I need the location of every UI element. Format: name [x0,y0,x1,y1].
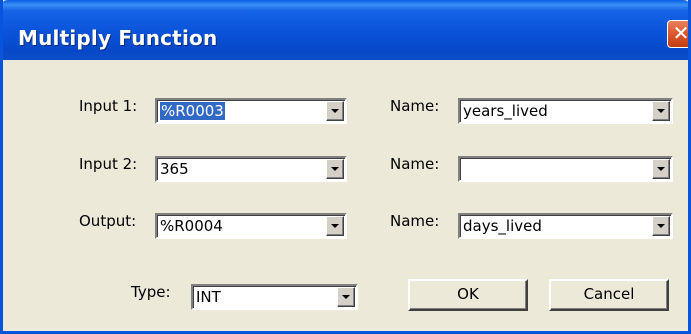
chevron-down-icon [331,224,339,228]
input2-value: 365 [160,160,189,178]
chevron-down-icon [657,224,665,228]
input2-dropdown-button[interactable] [326,159,344,179]
chevron-down-icon [657,167,665,171]
chevron-down-icon [331,109,339,113]
input1-name-value: years_lived [463,102,548,120]
output-name-combo[interactable]: days_lived [458,213,673,239]
type-combo[interactable]: INT [191,284,358,310]
type-dropdown-button[interactable] [337,287,355,307]
output-dropdown-button[interactable] [326,216,344,236]
window-title: Multiply Function [18,26,218,50]
input2-name-combo[interactable] [458,156,673,182]
type-label: Type: [131,283,171,301]
close-button[interactable]: ✕ [667,20,690,48]
output-value: %R0004 [160,217,223,235]
close-icon: ✕ [672,21,690,45]
input1-value: %R0003 [160,102,225,120]
output-name-value: days_lived [463,217,542,235]
input2-name-dropdown-button[interactable] [652,159,670,179]
output-combo[interactable]: %R0004 [155,213,347,239]
cancel-button[interactable]: Cancel [549,279,669,311]
input1-combo[interactable]: %R0003 [155,98,347,124]
input1-dropdown-button[interactable] [326,101,344,121]
title-bar[interactable]: Multiply Function ✕ [3,0,690,60]
output-name-label: Name: [390,212,440,230]
chevron-down-icon [657,109,665,113]
type-value: INT [196,288,221,306]
input1-name-dropdown-button[interactable] [652,101,670,121]
input1-name-label: Name: [390,97,440,115]
input2-combo[interactable]: 365 [155,156,347,182]
multiply-function-dialog: Multiply Function ✕ Input 1: %R0003 Name… [0,0,691,334]
input1-label: Input 1: [79,97,138,115]
output-label: Output: [79,212,137,230]
chevron-down-icon [342,295,350,299]
output-name-dropdown-button[interactable] [652,216,670,236]
input2-label: Input 2: [79,155,138,173]
input1-name-combo[interactable]: years_lived [458,98,673,124]
input2-name-label: Name: [390,155,440,173]
ok-button[interactable]: OK [408,279,528,311]
chevron-down-icon [331,167,339,171]
